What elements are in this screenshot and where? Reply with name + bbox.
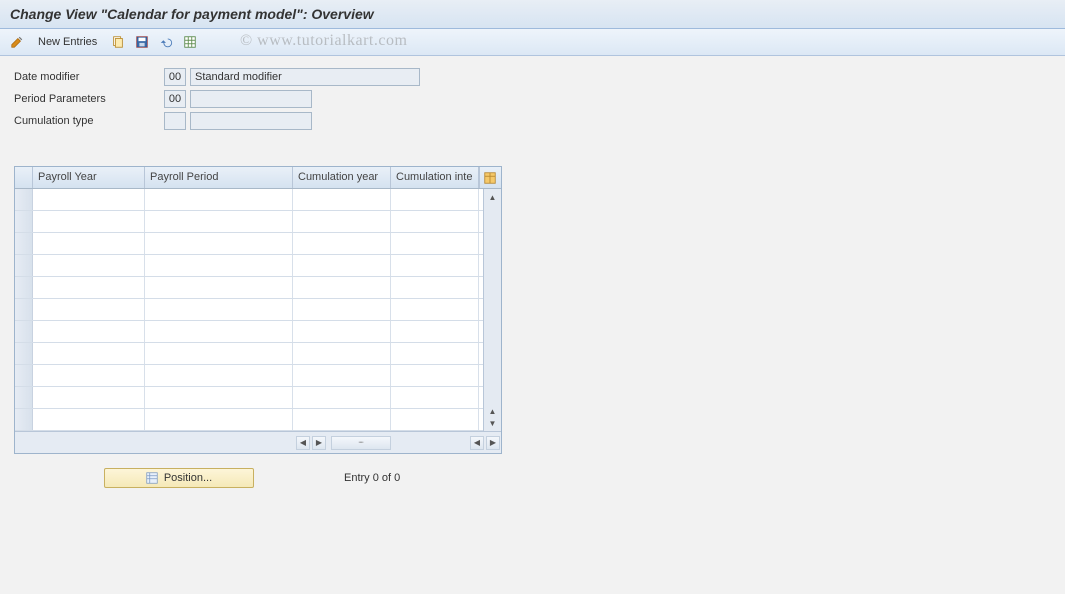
position-icon [146, 472, 158, 484]
row-selector[interactable] [15, 387, 33, 408]
position-button[interactable]: Position... [104, 468, 254, 488]
row-selector[interactable] [15, 409, 33, 430]
desc-cumulation-type [190, 112, 312, 130]
row-period-parameters: Period Parameters 00 [14, 90, 1051, 108]
undo-icon[interactable] [157, 33, 175, 51]
col-cumulation-year[interactable]: Cumulation year [293, 167, 391, 188]
footer: Position... Entry 0 of 0 [14, 468, 1051, 488]
row-selector[interactable] [15, 277, 33, 298]
toolbar: New Entries © www.tutorialkart.com [0, 29, 1065, 56]
row-selector[interactable] [15, 321, 33, 342]
table-row[interactable] [15, 343, 483, 365]
table-row[interactable] [15, 321, 483, 343]
table-row[interactable] [15, 189, 483, 211]
desc-period-parameters [190, 90, 312, 108]
label-cumulation-type: Cumulation type [14, 115, 164, 127]
row-selector[interactable] [15, 211, 33, 232]
label-period-parameters: Period Parameters [14, 93, 164, 105]
new-entries-button[interactable]: New Entries [32, 34, 103, 50]
scroll-left-icon[interactable]: ◀ [296, 436, 310, 450]
table-row[interactable] [15, 387, 483, 409]
horizontal-scrollbar[interactable]: ◀ ▶ ┉ ◀ ▶ [15, 431, 501, 453]
row-selector[interactable] [15, 189, 33, 210]
edit-icon[interactable] [8, 33, 26, 51]
row-date-modifier: Date modifier 00 Standard modifier [14, 68, 1051, 86]
scroll-thumb[interactable]: ┉ [331, 436, 391, 450]
table-row[interactable] [15, 211, 483, 233]
table-body: ▲ ▲ ▼ [15, 189, 501, 431]
position-button-label: Position... [164, 472, 212, 484]
scroll-right-end-icon[interactable]: ▶ [486, 436, 500, 450]
scroll-right-icon[interactable]: ▶ [312, 436, 326, 450]
table-header: Payroll Year Payroll Period Cumulation y… [15, 167, 501, 189]
scroll-left-end-icon[interactable]: ◀ [470, 436, 484, 450]
table-row[interactable] [15, 365, 483, 387]
row-cumulation-type: Cumulation type [14, 112, 1051, 130]
watermark-text: © www.tutorialkart.com [240, 32, 407, 50]
table-row[interactable] [15, 255, 483, 277]
row-selector[interactable] [15, 255, 33, 276]
col-payroll-year[interactable]: Payroll Year [33, 167, 145, 188]
title-bar: Change View "Calendar for payment model"… [0, 0, 1065, 29]
row-selector[interactable] [15, 299, 33, 320]
scroll-down-icon[interactable]: ▼ [486, 417, 500, 429]
table-config-icon[interactable] [479, 167, 499, 188]
entry-count-text: Entry 0 of 0 [344, 472, 400, 484]
desc-date-modifier: Standard modifier [190, 68, 420, 86]
scroll-down-icon-top[interactable]: ▲ [486, 405, 500, 417]
code-date-modifier[interactable]: 00 [164, 68, 186, 86]
row-selector[interactable] [15, 343, 33, 364]
data-table: Payroll Year Payroll Period Cumulation y… [14, 166, 502, 454]
label-date-modifier: Date modifier [14, 71, 164, 83]
select-all-cell[interactable] [15, 167, 33, 188]
page-title: Change View "Calendar for payment model"… [10, 6, 374, 22]
vertical-scrollbar[interactable]: ▲ ▲ ▼ [483, 189, 501, 431]
form-area: Date modifier 00 Standard modifier Perio… [0, 56, 1065, 142]
code-period-parameters[interactable]: 00 [164, 90, 186, 108]
table-row[interactable] [15, 299, 483, 321]
copy-icon[interactable] [109, 33, 127, 51]
row-selector[interactable] [15, 365, 33, 386]
table-row[interactable] [15, 277, 483, 299]
row-selector[interactable] [15, 233, 33, 254]
table-settings-icon[interactable] [181, 33, 199, 51]
save-icon[interactable] [133, 33, 151, 51]
col-payroll-period[interactable]: Payroll Period [145, 167, 293, 188]
table-row[interactable] [15, 409, 483, 431]
scroll-up-icon[interactable]: ▲ [486, 191, 500, 203]
code-cumulation-type[interactable] [164, 112, 186, 130]
table-row[interactable] [15, 233, 483, 255]
col-cumulation-inte[interactable]: Cumulation inte [391, 167, 479, 188]
